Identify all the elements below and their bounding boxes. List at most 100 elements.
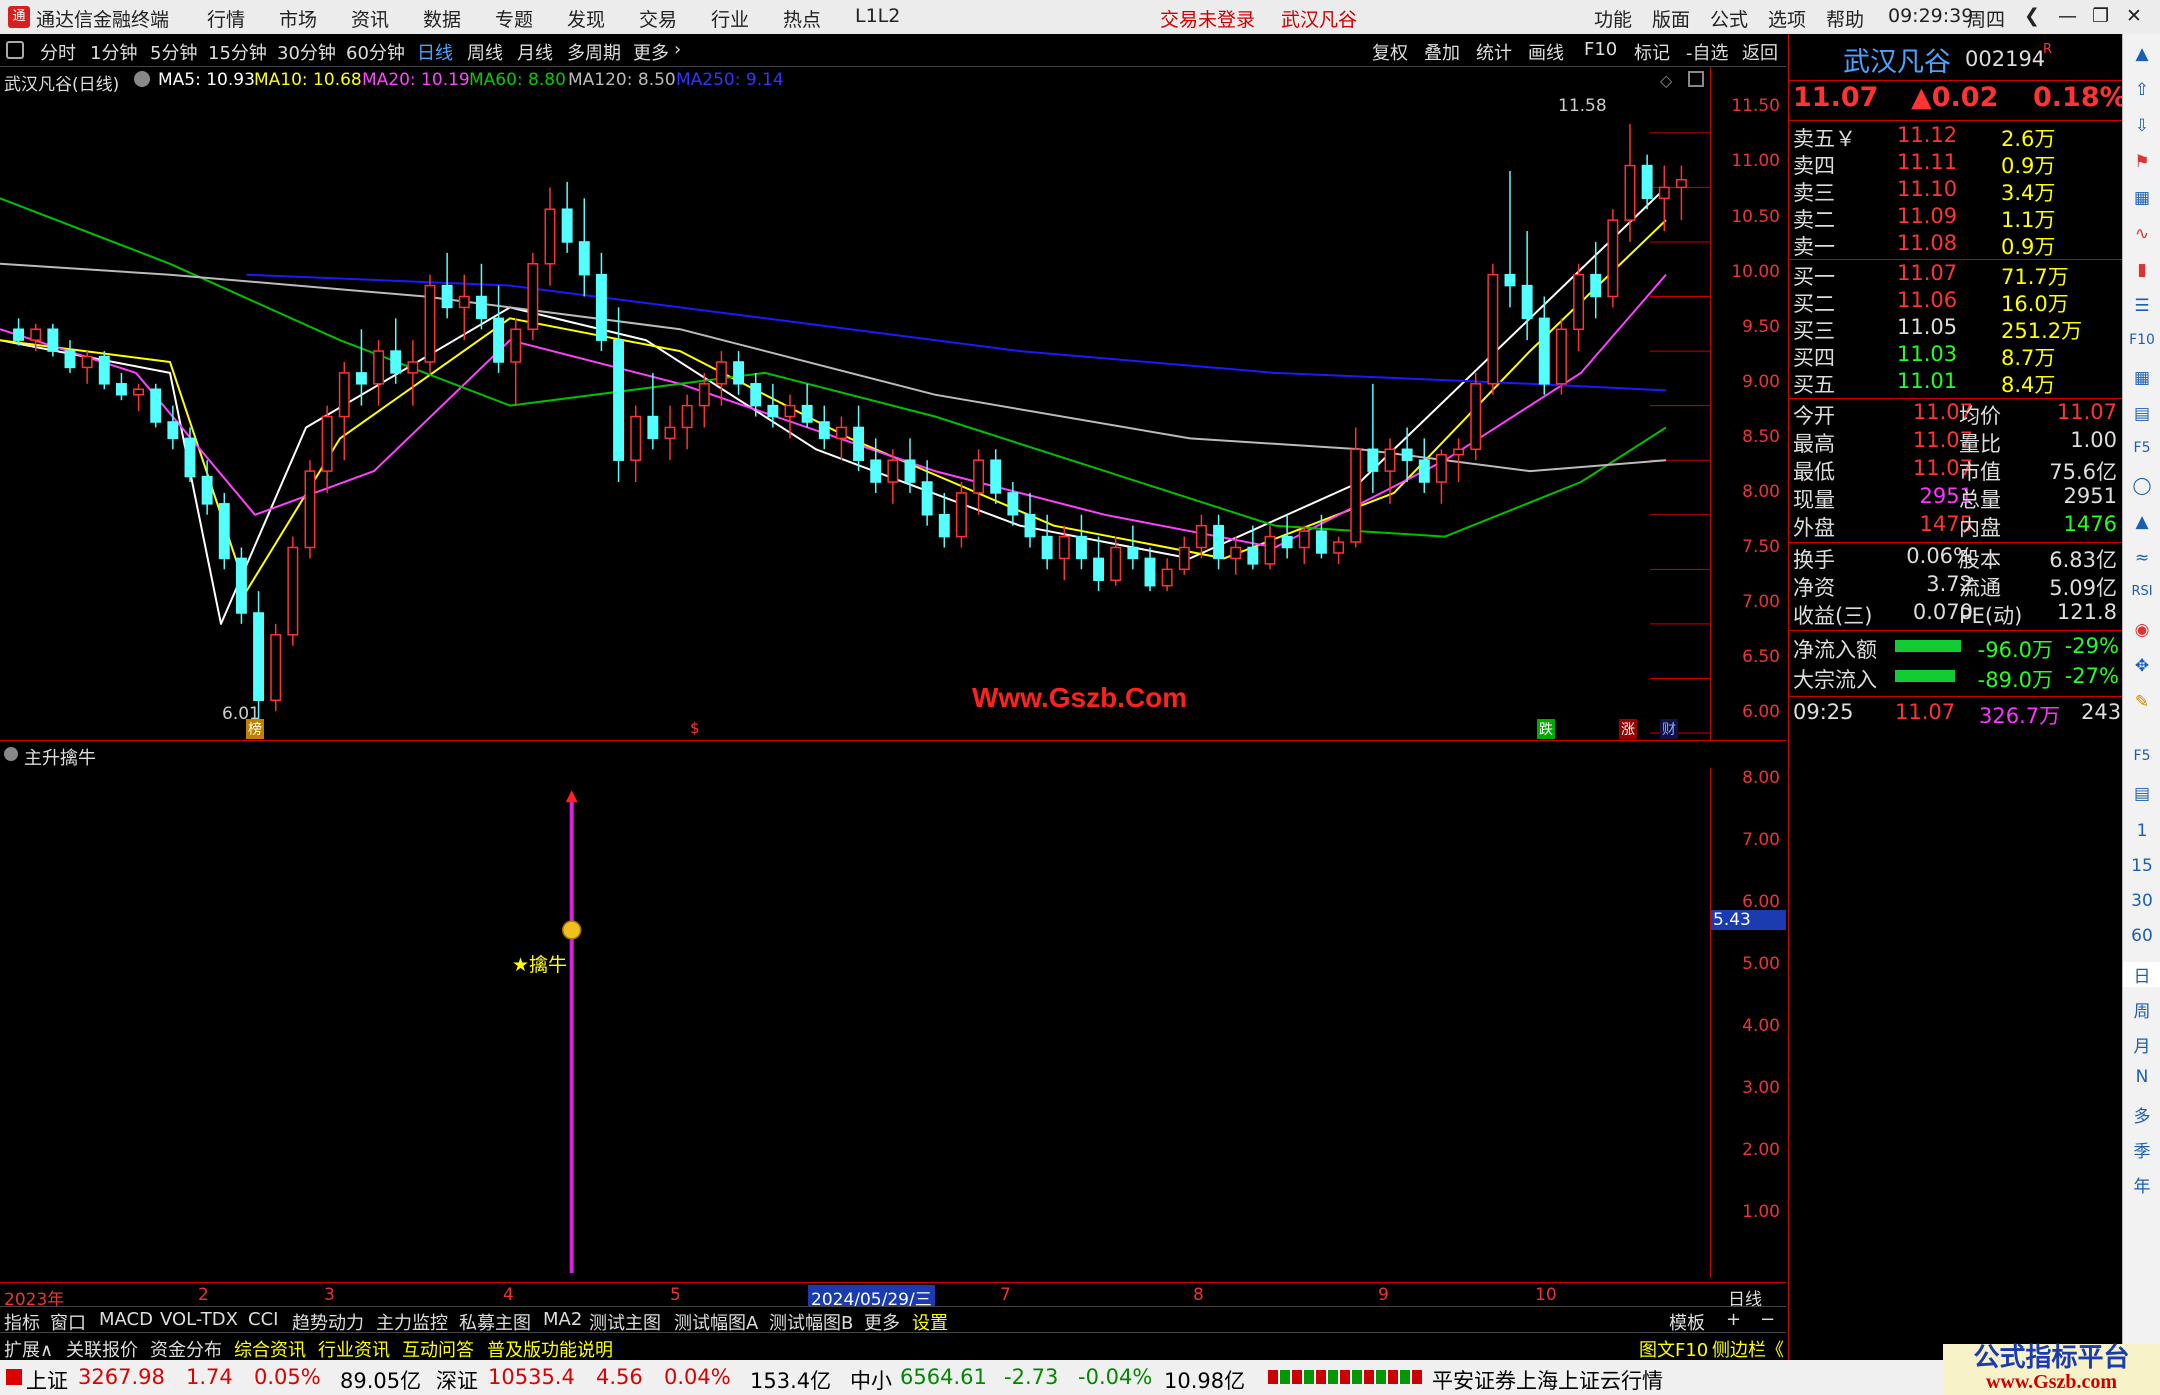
menu-redian[interactable]: 热点 xyxy=(783,5,821,32)
compare-icon[interactable]: ◯ xyxy=(2123,476,2160,496)
diamond-icon[interactable]: ◇ xyxy=(1660,71,1672,90)
period-season-button[interactable]: 季 xyxy=(2123,1137,2160,1162)
up-arrow-icon[interactable]: ⇧ xyxy=(2123,80,2160,100)
period-fenshi[interactable]: 分时 xyxy=(40,39,76,65)
period-daily[interactable]: 日线 xyxy=(417,39,453,65)
ask-row[interactable]: 卖五￥ 11.12 2.6万 xyxy=(1789,123,2123,151)
menu-faxian[interactable]: 发现 xyxy=(567,5,605,32)
window-toggle-icon[interactable] xyxy=(1688,71,1704,87)
btn-fuquan[interactable]: 复权 xyxy=(1372,39,1408,65)
tab-cci[interactable]: CCI xyxy=(248,1309,278,1330)
f5-icon[interactable]: F5 xyxy=(2123,748,2160,764)
rsi-icon[interactable]: RSI xyxy=(2123,584,2160,599)
period-60min[interactable]: 60分钟 xyxy=(346,39,405,65)
menu-gongshi[interactable]: 公式 xyxy=(1710,5,1748,32)
close-icon[interactable]: ✕ xyxy=(2126,5,2142,27)
trade-login-status[interactable]: 交易未登录 xyxy=(1160,5,1255,32)
period-year-button[interactable]: 年 xyxy=(2123,1172,2160,1197)
tick-row[interactable]: 09:25 11.07 326.7万 243 xyxy=(1789,700,2123,728)
table-icon[interactable]: ▦ xyxy=(2123,188,2160,208)
grid-icon[interactable]: ▦ xyxy=(2123,368,2160,388)
tab-cebianlan[interactable]: 侧边栏《 xyxy=(1712,1336,1784,1362)
panel-toggle-icon[interactable] xyxy=(6,41,24,59)
period-n-button[interactable]: N xyxy=(2123,1067,2160,1087)
menu-shichang[interactable]: 市场 xyxy=(279,5,317,32)
period-30min[interactable]: 30分钟 xyxy=(277,39,336,65)
btn-fanhui[interactable]: 返回 xyxy=(1742,39,1778,65)
period-multi-button[interactable]: 多 xyxy=(2123,1102,2160,1127)
tab-remove-button[interactable]: − xyxy=(1760,1309,1775,1330)
sub-chart-title[interactable]: 主升擒牛 xyxy=(24,744,96,770)
btn-f10[interactable]: F10 xyxy=(1584,39,1617,60)
f10-icon[interactable]: F10 xyxy=(2123,332,2160,348)
marker-die[interactable]: 跌 xyxy=(1537,719,1555,739)
down-arrow-icon[interactable]: ⇩ xyxy=(2123,116,2160,136)
server-name[interactable]: 平安证券上海上证云行情 xyxy=(1432,1365,1663,1395)
tab-macd[interactable]: MACD xyxy=(99,1309,153,1330)
menu-zixun[interactable]: 资讯 xyxy=(351,5,389,32)
flag-icon[interactable]: ⚑ xyxy=(2123,152,2160,172)
candlestick-chart[interactable] xyxy=(0,93,1710,740)
flow-row[interactable]: 大宗流入 -89.0万 -27% xyxy=(1789,664,2123,692)
tab-hangyezixun[interactable]: 行业资讯 xyxy=(318,1336,390,1362)
tab-ma2[interactable]: MA2 xyxy=(543,1309,582,1330)
ask-row[interactable]: 卖三 11.10 3.4万 xyxy=(1789,177,2123,205)
tab-vol-tdx[interactable]: VOL-TDX xyxy=(160,1309,238,1330)
marker-cai[interactable]: 财 xyxy=(1660,719,1678,739)
back-arrow-icon[interactable]: ❮ xyxy=(2024,5,2040,27)
menu-hangye[interactable]: 行业 xyxy=(711,5,749,32)
bid-row[interactable]: 买五 11.01 8.4万 xyxy=(1789,369,2123,397)
menu-l1l2[interactable]: L1L2 xyxy=(855,5,900,27)
period-1-button[interactable]: 1 xyxy=(2123,821,2160,841)
kline-icon[interactable]: ▮ xyxy=(2123,260,2160,280)
chevron-right-icon[interactable]: › xyxy=(674,39,681,60)
period-weekly[interactable]: 周线 xyxy=(467,39,503,65)
period-15min[interactable]: 15分钟 xyxy=(208,39,267,65)
menu-hangqing[interactable]: 行情 xyxy=(207,5,245,32)
menu-xuanxiang[interactable]: 选项 xyxy=(1768,5,1806,32)
btn-zixuan[interactable]: -自选 xyxy=(1686,39,1729,65)
tab-guanlianbaojia[interactable]: 关联报价 xyxy=(66,1336,138,1362)
sh-index-label[interactable]: 上证 xyxy=(26,1365,68,1395)
f5-icon[interactable]: F5 xyxy=(2123,440,2160,456)
sub-collapse-icon[interactable] xyxy=(4,747,18,761)
menu-gongneng[interactable]: 功能 xyxy=(1594,5,1632,32)
period-60-button[interactable]: 60 xyxy=(2123,926,2160,946)
tab-kuozhan[interactable]: 扩展∧ xyxy=(4,1336,53,1362)
tab-pujiban[interactable]: 普及版功能说明 xyxy=(487,1336,613,1362)
period-15-button[interactable]: 15 xyxy=(2123,856,2160,876)
period-30-button[interactable]: 30 xyxy=(2123,891,2160,911)
pen-icon[interactable]: ✎ xyxy=(2123,692,2160,712)
tab-hudongwenda[interactable]: 互动问答 xyxy=(402,1336,474,1362)
bag-icon[interactable]: ◉ xyxy=(2123,620,2160,640)
tab-zijinfenbu[interactable]: 资金分布 xyxy=(150,1336,222,1362)
period-week-button[interactable]: 周 xyxy=(2123,997,2160,1022)
period-more[interactable]: 更多 xyxy=(633,39,669,65)
menu-shuju[interactable]: 数据 xyxy=(423,5,461,32)
period-1min[interactable]: 1分钟 xyxy=(90,39,137,65)
settings-dropdown-icon[interactable] xyxy=(134,71,150,87)
btn-huaxian[interactable]: 画线 xyxy=(1528,39,1564,65)
restore-icon[interactable]: ❐ xyxy=(2092,5,2109,27)
tab-tuwen-f10[interactable]: 图文F10 xyxy=(1639,1336,1708,1362)
ask-row[interactable]: 卖一 11.08 0.9万 xyxy=(1789,231,2123,259)
btn-biaoji[interactable]: 标记 xyxy=(1634,39,1670,65)
tab-zonghezixun[interactable]: 综合资讯 xyxy=(234,1336,306,1362)
bid-row[interactable]: 买三 11.05 251.2万 xyxy=(1789,315,2123,343)
list-icon[interactable]: ☰ xyxy=(2123,296,2160,316)
btn-diejia[interactable]: 叠加 xyxy=(1424,39,1460,65)
menu-zhuanti[interactable]: 专题 xyxy=(495,5,533,32)
wave-icon[interactable]: ≈ xyxy=(2123,548,2160,568)
period-monthly[interactable]: 月线 xyxy=(517,39,553,65)
marker-dollar[interactable]: $ xyxy=(690,719,700,737)
bid-row[interactable]: 买二 11.06 16.0万 xyxy=(1789,288,2123,316)
period-day-button[interactable]: 日 xyxy=(2123,962,2160,987)
chart-icon[interactable]: ▲ xyxy=(2123,512,2160,532)
bid-row[interactable]: 买一 11.07 71.7万 xyxy=(1789,261,2123,289)
move-icon[interactable]: ✥ xyxy=(2123,656,2160,676)
marker-zhang[interactable]: 涨 xyxy=(1619,719,1637,739)
marker-bang[interactable]: 榜 xyxy=(246,719,264,739)
bid-row[interactable]: 买四 11.03 8.7万 xyxy=(1789,342,2123,370)
sz-index-label[interactable]: 深证 xyxy=(436,1365,478,1395)
ask-row[interactable]: 卖二 11.09 1.1万 xyxy=(1789,204,2123,232)
